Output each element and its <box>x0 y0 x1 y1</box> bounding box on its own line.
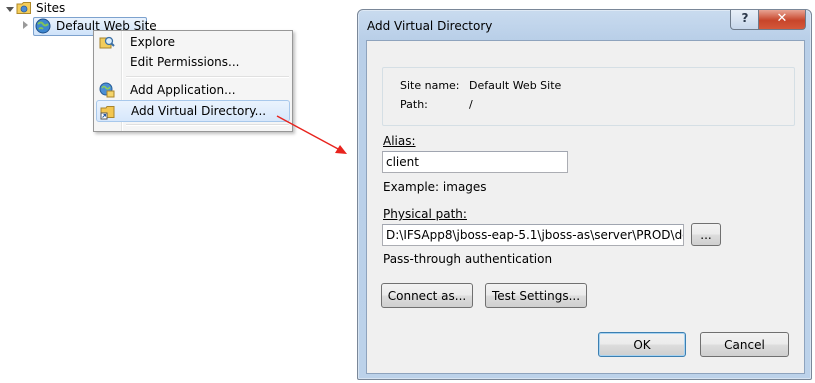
browse-button[interactable]: ... <box>691 223 721 246</box>
site-name-label: Site name: <box>400 79 460 92</box>
alias-input[interactable]: client <box>382 151 568 173</box>
physical-path-input[interactable]: D:\IFSApp8\jboss-eap-5.1\jboss-as\server… <box>382 224 684 246</box>
close-icon: ✕ <box>776 11 788 26</box>
path-value: / <box>469 98 473 111</box>
dialog-title: Add Virtual Directory <box>367 19 493 33</box>
dialog-client-area: Site name: Default Web Site Path: / Alia… <box>366 40 805 374</box>
test-settings-button[interactable]: Test Settings... <box>485 283 587 308</box>
cancel-button[interactable]: Cancel <box>700 332 789 357</box>
add-virtual-directory-dialog: Add Virtual Directory ? ✕ Site name: Def… <box>357 9 812 380</box>
authentication-text: Pass-through authentication <box>383 252 553 266</box>
site-name-value: Default Web Site <box>469 79 562 92</box>
close-button[interactable]: ✕ <box>758 10 806 30</box>
connect-as-button[interactable]: Connect as... <box>381 283 473 308</box>
path-label: Path: <box>400 98 428 111</box>
physical-path-label: Physical path: <box>383 207 467 221</box>
alias-label: Alias: <box>383 134 416 148</box>
help-icon: ? <box>741 11 749 25</box>
site-info-box: Site name: Default Web Site Path: / <box>382 67 795 126</box>
help-button[interactable]: ? <box>730 10 760 30</box>
alias-example-text: Example: images <box>383 180 487 194</box>
ok-button[interactable]: OK <box>598 332 686 357</box>
